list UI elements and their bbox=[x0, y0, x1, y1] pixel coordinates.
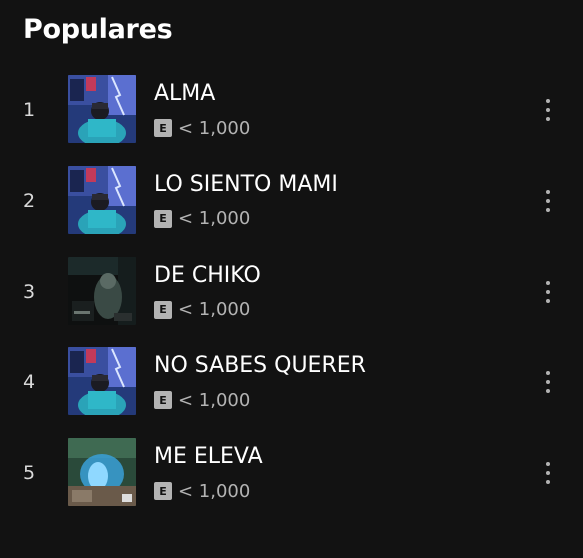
more-vertical-icon[interactable] bbox=[536, 181, 560, 221]
play-count: < 1,000 bbox=[178, 208, 251, 230]
more-vertical-icon[interactable] bbox=[536, 362, 560, 402]
track-meta: E < 1,000 bbox=[154, 389, 251, 411]
track-title[interactable]: DE CHIKO bbox=[154, 263, 261, 288]
track-title[interactable]: ME ELEVA bbox=[154, 444, 263, 469]
more-vertical-icon[interactable] bbox=[536, 90, 560, 130]
track-number: 4 bbox=[23, 371, 36, 394]
track-title[interactable]: LO SIENTO MAMI bbox=[154, 172, 338, 197]
track-meta: E < 1,000 bbox=[154, 117, 251, 139]
album-cover[interactable] bbox=[68, 438, 136, 506]
explicit-badge-icon: E bbox=[154, 391, 172, 410]
track-title[interactable]: NO SABES QUERER bbox=[154, 353, 366, 378]
popular-tracks-section: Populares 1 ALMA E < 1,000 2 LO SIENTO M… bbox=[0, 0, 583, 558]
track-row[interactable]: 2 LO SIENTO MAMI E < 1,000 bbox=[0, 156, 583, 247]
explicit-badge-icon: E bbox=[154, 482, 172, 500]
track-number: 1 bbox=[23, 99, 36, 121]
album-cover[interactable] bbox=[68, 165, 136, 234]
track-row[interactable]: 1 ALMA E < 1,000 bbox=[0, 65, 583, 156]
album-cover[interactable] bbox=[68, 256, 136, 325]
album-cover[interactable] bbox=[68, 347, 136, 416]
more-vertical-icon[interactable] bbox=[536, 272, 560, 312]
track-number: 5 bbox=[23, 462, 36, 484]
section-title: Populares bbox=[23, 14, 173, 45]
track-row[interactable]: 5 ME ELEVA E < 1,000 bbox=[0, 428, 583, 519]
play-count: < 1,000 bbox=[178, 117, 251, 139]
track-list: 1 ALMA E < 1,000 2 LO SIENTO MAMI E < 1,… bbox=[0, 65, 583, 519]
track-row[interactable]: 3 DE CHIKO E < 1,000 bbox=[0, 247, 583, 338]
explicit-badge-icon: E bbox=[154, 119, 172, 137]
track-number: 2 bbox=[23, 189, 36, 212]
explicit-badge-icon: E bbox=[154, 300, 172, 319]
track-number: 3 bbox=[23, 280, 36, 303]
track-meta: E < 1,000 bbox=[154, 299, 251, 320]
track-meta: E < 1,000 bbox=[154, 208, 251, 230]
play-count: < 1,000 bbox=[178, 389, 251, 411]
play-count: < 1,000 bbox=[178, 480, 251, 502]
explicit-badge-icon: E bbox=[154, 209, 172, 228]
play-count: < 1,000 bbox=[178, 299, 251, 320]
track-row[interactable]: 4 NO SABES QUERER E < 1,000 bbox=[0, 337, 583, 428]
album-cover[interactable] bbox=[68, 75, 136, 143]
track-title[interactable]: ALMA bbox=[154, 81, 215, 106]
track-meta: E < 1,000 bbox=[154, 480, 251, 502]
more-vertical-icon[interactable] bbox=[536, 453, 560, 493]
